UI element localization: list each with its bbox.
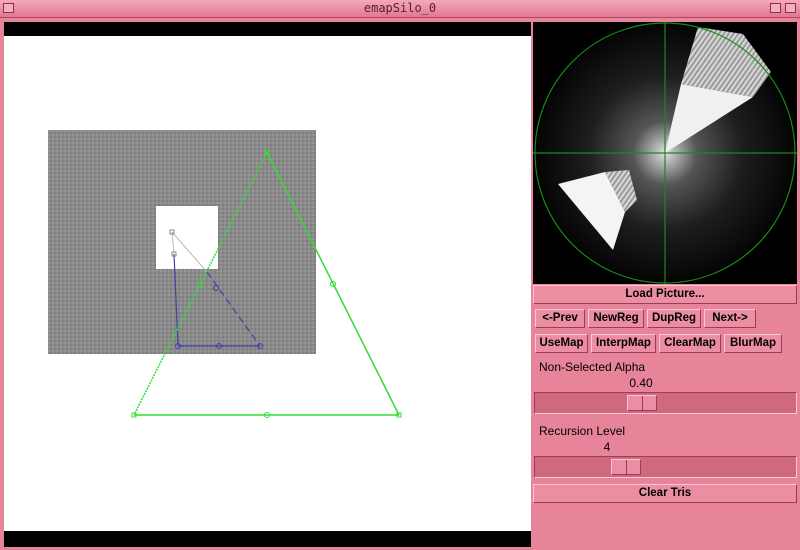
new-region-button[interactable]: NewReg [588, 309, 644, 328]
blur-map-button[interactable]: BlurMap [724, 334, 782, 353]
minimize-icon[interactable] [770, 3, 781, 13]
application-window: emapSilo_0 Load Picture... <-Prev NewReg… [0, 0, 800, 550]
recursion-value: 4 [603, 440, 611, 454]
recursion-label: Recursion Level [539, 424, 626, 438]
alpha-value: 0.40 [629, 376, 653, 390]
canvas-drawing[interactable] [4, 22, 531, 547]
source-picture-highlight [156, 206, 218, 269]
editor-canvas[interactable] [4, 22, 531, 547]
load-picture-button[interactable]: Load Picture... [533, 285, 797, 304]
prev-button[interactable]: <-Prev [535, 309, 585, 328]
map-crosshair [533, 22, 797, 284]
clear-map-button[interactable]: ClearMap [659, 334, 721, 353]
environment-map-drawing [533, 22, 797, 284]
control-panel: Load Picture... <-Prev NewReg DupReg Nex… [533, 285, 797, 547]
use-map-button[interactable]: UseMap [535, 334, 588, 353]
title-bar[interactable]: emapSilo_0 [0, 0, 800, 18]
interp-map-button[interactable]: InterpMap [591, 334, 656, 353]
next-button[interactable]: Next-> [704, 309, 756, 328]
alpha-slider-thumb[interactable] [627, 395, 657, 411]
environment-map-view[interactable] [533, 22, 797, 284]
recursion-slider[interactable] [534, 456, 797, 478]
window-title: emapSilo_0 [363, 1, 437, 15]
clear-tris-button[interactable]: Clear Tris [533, 484, 797, 503]
alpha-slider[interactable] [534, 392, 797, 414]
alpha-label: Non-Selected Alpha [539, 360, 646, 374]
canvas-bottom-border [4, 531, 531, 547]
recursion-slider-thumb[interactable] [611, 459, 641, 475]
duplicate-region-button[interactable]: DupReg [647, 309, 701, 328]
maximize-icon[interactable] [785, 3, 796, 13]
